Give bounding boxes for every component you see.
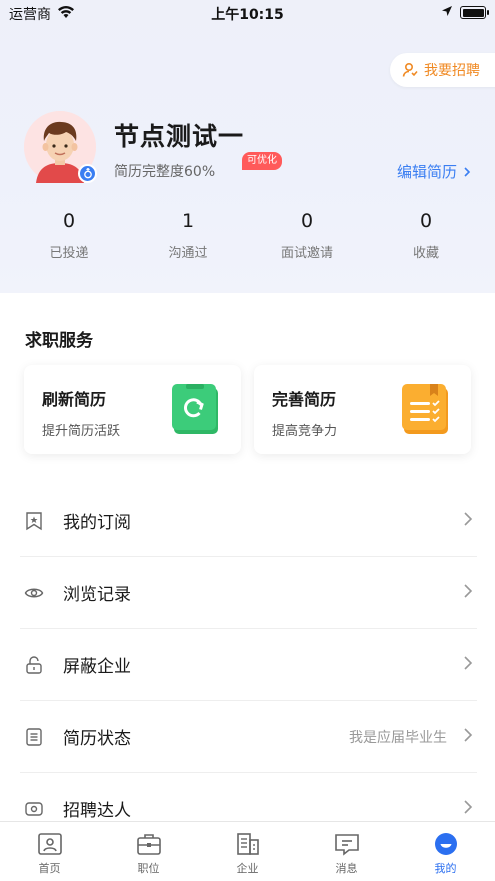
stat-value: 0 — [62, 210, 76, 232]
tab-home[interactable]: 首页 — [0, 822, 99, 881]
settings-menu: 我的订阅 浏览记录 屏蔽企业 简历状态 我是应届毕业生 招聘达人 — [20, 485, 477, 845]
card-title: 完善简历 — [272, 390, 337, 409]
message-icon — [334, 834, 359, 856]
card-title: 刷新简历 — [42, 390, 107, 409]
badge-icon — [24, 799, 52, 819]
menu-label: 我的订阅 — [63, 513, 131, 533]
briefcase-icon — [136, 834, 161, 855]
chevron-right-icon — [464, 166, 471, 177]
tab-messages[interactable]: 消息 — [297, 822, 396, 881]
home-icon — [37, 833, 62, 855]
recruit-button[interactable]: 我要招聘 — [390, 53, 495, 87]
user-name: 节点测试一 — [114, 122, 245, 151]
eye-icon — [24, 583, 52, 603]
menu-item-subscriptions[interactable]: 我的订阅 — [20, 485, 477, 557]
bottom-tab-bar: 首页 职位 企业 消息 我的 — [0, 821, 495, 881]
menu-item-resume-status[interactable]: 简历状态 我是应届毕业生 — [20, 701, 477, 773]
menu-label: 招聘达人 — [63, 801, 131, 821]
menu-value: 我是应届毕业生 — [349, 729, 447, 746]
tab-profile[interactable]: 我的 — [396, 822, 495, 881]
menu-item-blocked-companies[interactable]: 屏蔽企业 — [20, 629, 477, 701]
recruiter-icon — [402, 62, 418, 77]
menu-label: 简历状态 — [63, 729, 131, 749]
job-services-title: 求职服务 — [25, 331, 93, 351]
document-icon — [402, 384, 450, 440]
refresh-icon — [172, 384, 220, 440]
chevron-right-icon — [463, 727, 473, 747]
stats-row: 0 已投递 1 沟通过 0 面试邀请 0 收藏 — [0, 210, 495, 270]
stat-label: 已投递 — [49, 246, 89, 261]
chevron-right-icon — [463, 511, 473, 531]
stat-delivered[interactable]: 0 已投递 — [19, 210, 119, 261]
chevron-right-icon — [463, 799, 473, 819]
battery-icon — [460, 6, 489, 19]
tab-label: 职位 — [137, 862, 160, 875]
stat-value: 0 — [419, 210, 433, 232]
tab-companies[interactable]: 企业 — [198, 822, 297, 881]
stat-label: 收藏 — [412, 246, 439, 261]
menu-item-browsing-history[interactable]: 浏览记录 — [20, 557, 477, 629]
card-subtitle: 提高竞争力 — [272, 424, 338, 439]
menu-label: 屏蔽企业 — [63, 657, 131, 677]
recruit-button-label: 我要招聘 — [424, 63, 480, 79]
stat-communicated[interactable]: 1 沟通过 — [138, 210, 238, 261]
optimize-tag: 可优化 — [242, 152, 282, 170]
tab-label: 首页 — [38, 862, 61, 875]
stat-favorites[interactable]: 0 收藏 — [376, 210, 476, 261]
stat-label: 面试邀请 — [280, 246, 333, 261]
tab-jobs[interactable]: 职位 — [99, 822, 198, 881]
tab-label: 企业 — [236, 862, 259, 875]
gender-badge-icon — [78, 164, 97, 183]
card-subtitle: 提升简历活跃 — [42, 424, 121, 439]
stat-value: 1 — [181, 210, 195, 232]
building-icon — [236, 833, 259, 855]
clock: 上午10:15 — [211, 7, 284, 23]
lock-icon — [24, 655, 52, 675]
stat-label: 沟通过 — [168, 246, 208, 261]
tab-label: 我的 — [434, 862, 457, 875]
stat-value: 0 — [300, 210, 314, 232]
location-arrow-icon — [441, 5, 453, 21]
menu-label: 浏览记录 — [63, 585, 131, 605]
profile-icon — [434, 833, 457, 855]
edit-resume-link[interactable]: 编辑简历 — [397, 161, 473, 182]
stat-interview-invites[interactable]: 0 面试邀请 — [257, 210, 357, 261]
complete-resume-card[interactable]: 完善简历 提高竞争力 — [254, 365, 471, 454]
chevron-right-icon — [463, 655, 473, 675]
tab-label: 消息 — [335, 862, 358, 875]
list-icon — [24, 727, 52, 747]
refresh-resume-card[interactable]: 刷新简历 提升简历活跃 — [24, 365, 241, 454]
status-bar: 运营商 上午10:15 — [0, 0, 495, 26]
chevron-right-icon — [463, 583, 473, 603]
bookmark-icon — [24, 511, 52, 531]
resume-completeness: 简历完整度60% — [114, 164, 216, 180]
edit-resume-label: 编辑简历 — [396, 163, 457, 181]
